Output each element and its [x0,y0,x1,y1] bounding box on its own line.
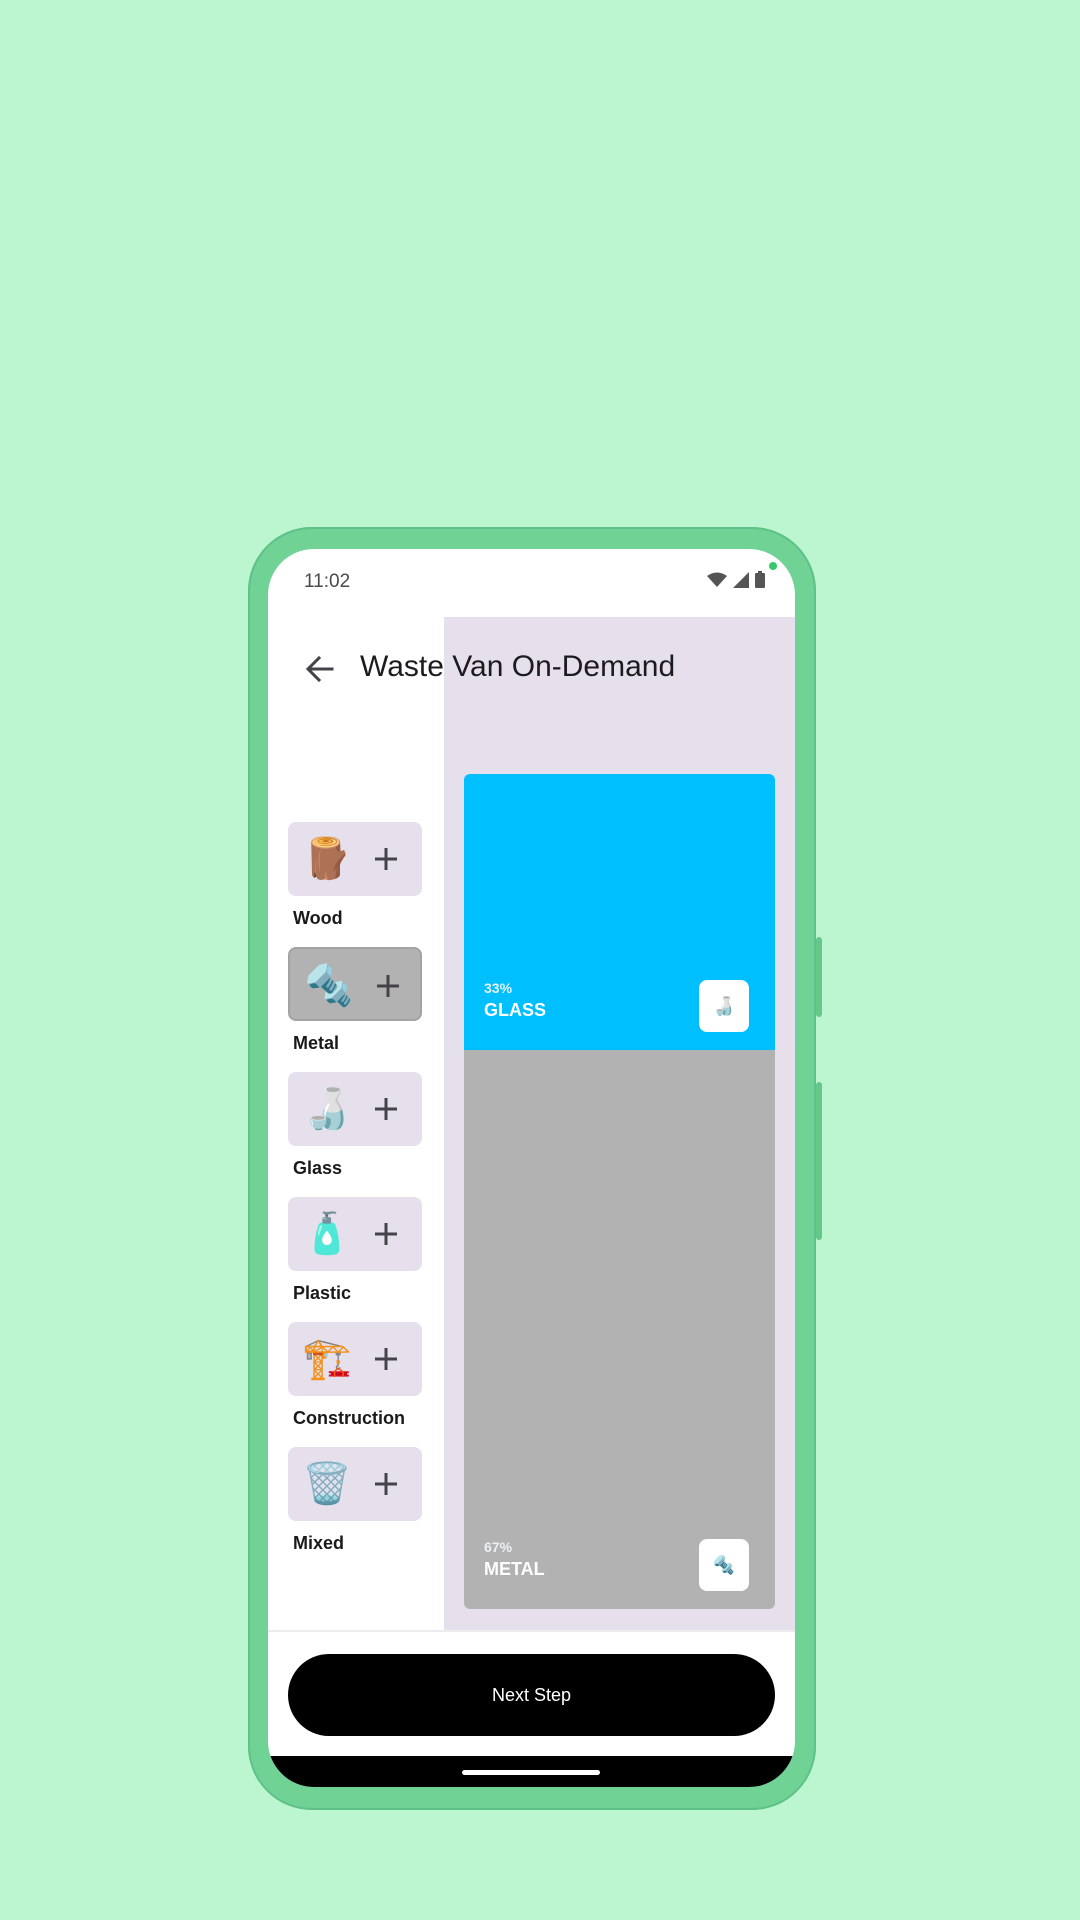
category-add-button[interactable]: 🧴 [288,1197,422,1271]
plus-icon [366,839,406,879]
cellular-signal-icon [733,571,749,588]
category-label: Glass [293,1158,343,1178]
segment-name: GLASS [484,1000,547,1020]
wood-log-icon: 🪵 [302,837,352,881]
phone-screen: 11:02 Waste Van On-Demand 🪵 Wood 🔩 Metal 🍶 Gl… [268,549,795,1787]
category-label: Mixed [293,1533,345,1553]
category-item: 🍶 Glass [288,1072,428,1197]
glass-bottle-icon: 🍶 [699,980,749,1032]
category-add-button[interactable]: 🪵 [288,822,422,896]
glass-bottle-icon: 🍶 [302,1087,352,1131]
category-label: Wood [293,908,343,928]
category-list: 🪵 Wood 🔩 Metal 🍶 Glass 🧴 Plastic 🏗️ Construction 🗑… [288,822,428,1572]
plus-icon [366,1214,406,1254]
wifi-icon [707,572,727,587]
battery-icon [755,571,765,588]
segment-percent: 67% [484,1539,513,1555]
category-item: 🗑️ Mixed [288,1447,428,1572]
divider [268,1630,795,1632]
back-button[interactable] [298,647,342,691]
chart-segment-glass: 33% GLASS 🍶 [464,774,775,1050]
plus-icon [368,966,408,1006]
category-label: Plastic [293,1283,352,1303]
plus-icon [366,1464,406,1504]
category-add-button[interactable]: 🍶 [288,1072,422,1146]
status-time: 11:02 [304,571,351,592]
waste-composition-chart: 33% GLASS 🍶 67% METAL 🔩 [464,774,775,1609]
category-label: Metal [293,1033,340,1053]
plus-icon [366,1089,406,1129]
category-add-button[interactable]: 🔩 [288,947,422,1021]
segment-percent: 33% [484,980,513,996]
construction-crane-icon: 🏗️ [302,1337,352,1381]
category-label: Construction [293,1408,405,1428]
category-item: 🪵 Wood [288,822,428,947]
phone-side-button [816,1082,822,1240]
plastic-bottle-icon: 🧴 [302,1212,352,1256]
privacy-indicator-dot [769,562,777,570]
phone-side-button [816,937,822,1017]
page-title: Waste Van On-Demand [360,650,676,683]
category-item: 🔩 Metal [288,947,428,1072]
category-add-button[interactable]: 🗑️ [288,1447,422,1521]
next-step-button[interactable]: Next Step [288,1654,775,1736]
trash-bin-icon: 🗑️ [302,1462,352,1506]
app-bar: Waste Van On-Demand [268,617,795,725]
home-gesture-handle[interactable] [462,1770,600,1775]
status-icons [707,571,765,588]
metal-bolt-icon: 🔩 [699,1539,749,1591]
status-bar: 11:02 [268,549,795,617]
plus-icon [366,1339,406,1379]
metal-bolt-icon: 🔩 [304,964,354,1008]
segment-name: METAL [484,1559,545,1579]
arrow-back-icon [305,655,334,683]
category-item: 🧴 Plastic [288,1197,428,1322]
navigation-bar [268,1756,795,1787]
category-add-button[interactable]: 🏗️ [288,1322,422,1396]
chart-segment-metal: 67% METAL 🔩 [464,1050,775,1609]
category-item: 🏗️ Construction [288,1322,428,1447]
